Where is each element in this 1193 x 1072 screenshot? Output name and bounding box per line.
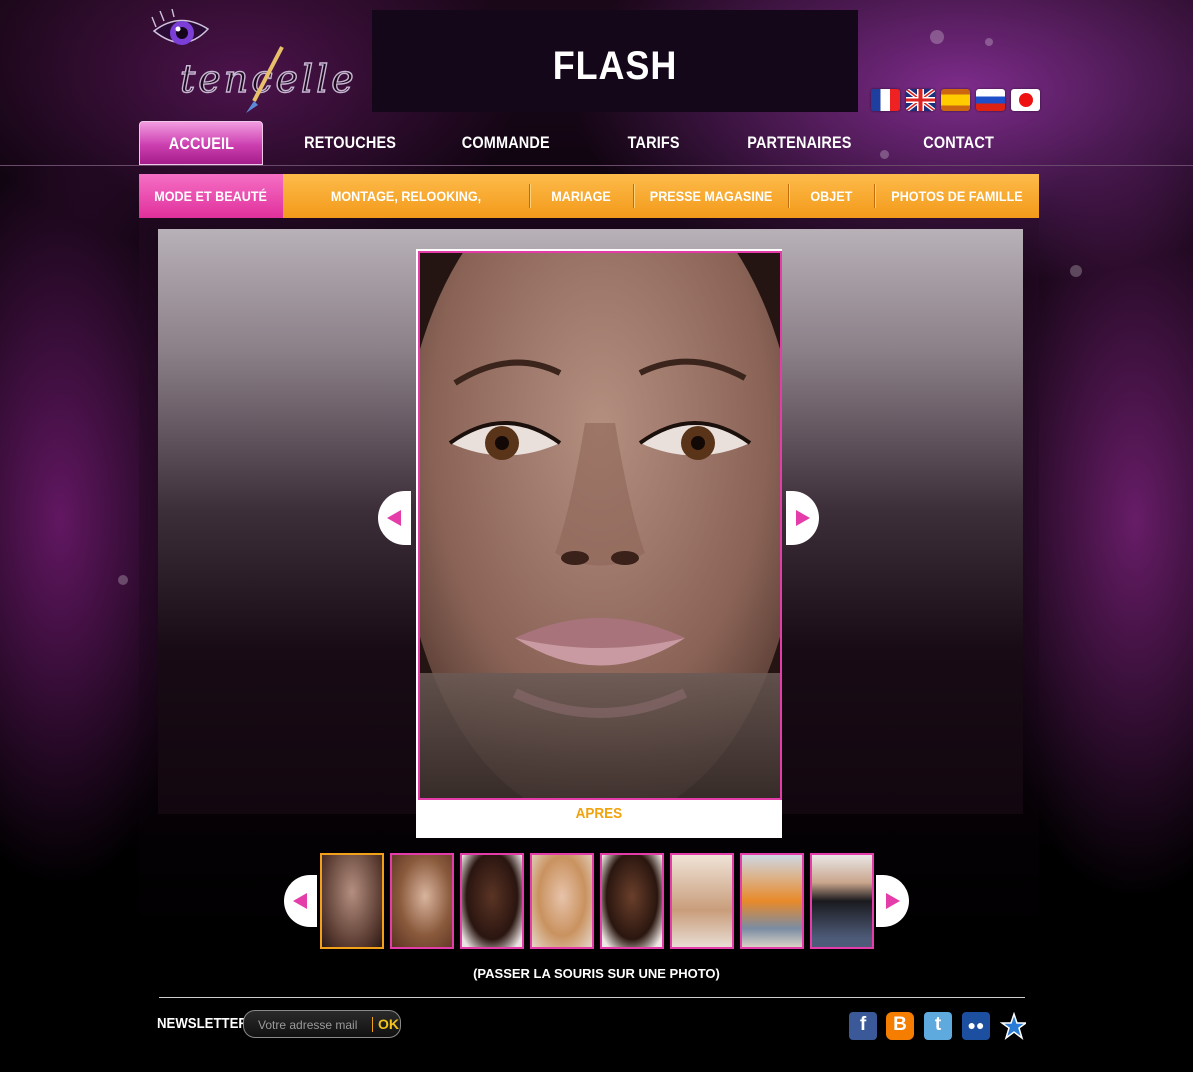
main-navigation: ACCUEIL RETOUCHES COMMANDE TARIFS PARTEN… bbox=[139, 121, 1039, 165]
subnav-mode-beaute[interactable]: MODE ET BEAUTÉ bbox=[139, 174, 283, 218]
thumbnail[interactable] bbox=[600, 853, 664, 949]
bokeh-decoration bbox=[985, 38, 993, 46]
subnav-label: OBJET bbox=[810, 188, 853, 204]
flag-uk-icon[interactable] bbox=[906, 89, 935, 111]
nav-label: COMMANDE bbox=[461, 133, 551, 152]
facebook-icon[interactable]: f bbox=[849, 1012, 877, 1040]
thumbnail[interactable] bbox=[460, 853, 524, 949]
thumbnail-strip bbox=[320, 853, 874, 949]
myspace-icon[interactable]: ●● bbox=[962, 1012, 990, 1040]
subnav-presse[interactable]: PRESSE MAGASINE bbox=[634, 174, 788, 218]
subnav-montage[interactable]: MONTAGE, RELOOKING, REPARATION bbox=[283, 174, 529, 248]
chevron-right-icon bbox=[886, 893, 900, 909]
flash-banner: FLASH bbox=[372, 10, 858, 112]
chevron-left-icon bbox=[387, 510, 401, 526]
caption-text: APRES bbox=[575, 805, 623, 822]
main-photo bbox=[418, 251, 782, 800]
nav-contact[interactable]: CONTACT bbox=[909, 121, 1009, 165]
subnav-label: MODE ET BEAUTÉ bbox=[154, 188, 268, 204]
flag-japan-icon[interactable] bbox=[1011, 89, 1040, 111]
newsletter-submit-button[interactable]: OK bbox=[378, 1016, 399, 1032]
nav-label: ACCUEIL bbox=[168, 134, 234, 153]
category-navigation: MODE ET BEAUTÉ MONTAGE, RELOOKING, REPAR… bbox=[139, 174, 1039, 248]
newsletter-separator bbox=[372, 1017, 373, 1032]
bokeh-decoration bbox=[118, 575, 128, 585]
flag-france-icon[interactable] bbox=[871, 89, 900, 111]
portrait-image bbox=[420, 253, 780, 798]
subnav-photos-famille[interactable]: PHOTOS DE FAMILLE bbox=[875, 174, 1039, 218]
nav-retouches[interactable]: RETOUCHES bbox=[289, 121, 411, 165]
twitter-icon[interactable]: t bbox=[924, 1012, 952, 1040]
language-selector bbox=[871, 89, 1040, 111]
bokeh-decoration bbox=[930, 30, 944, 44]
subnav-label: MARIAGE bbox=[551, 188, 612, 204]
subnav-objet[interactable]: OBJET bbox=[789, 174, 874, 218]
thumbnail[interactable] bbox=[320, 853, 384, 949]
bookmark-star-icon[interactable] bbox=[998, 1011, 1029, 1040]
nav-label: RETOUCHES bbox=[303, 133, 396, 152]
nav-tarifs[interactable]: TARIFS bbox=[609, 121, 699, 165]
nav-partenaires[interactable]: PARTENAIRES bbox=[734, 121, 864, 165]
thumbnail[interactable] bbox=[810, 853, 874, 949]
main-photo-frame: APRES bbox=[416, 249, 782, 838]
footer-divider bbox=[159, 997, 1025, 998]
thumbnail[interactable] bbox=[740, 853, 804, 949]
banner-title: FLASH bbox=[552, 44, 678, 88]
subnav-mariage[interactable]: MARIAGE bbox=[530, 174, 633, 218]
chevron-right-icon bbox=[796, 510, 810, 526]
nav-commande[interactable]: COMMANDE bbox=[444, 121, 568, 165]
bokeh-decoration bbox=[1070, 265, 1082, 277]
nav-label: CONTACT bbox=[923, 133, 995, 152]
blogger-icon[interactable]: B bbox=[886, 1012, 914, 1040]
subnav-label: PRESSE MAGASINE bbox=[649, 188, 773, 204]
nav-label: TARIFS bbox=[627, 133, 681, 152]
thumbnail[interactable] bbox=[530, 853, 594, 949]
nav-accueil[interactable]: ACCUEIL bbox=[139, 121, 263, 165]
site-logo[interactable]: tencelle bbox=[140, 5, 365, 115]
subnav-label: PHOTOS DE FAMILLE bbox=[891, 188, 1023, 204]
newsletter-placeholder: Votre adresse mail bbox=[258, 1018, 358, 1032]
paintbrush-icon bbox=[246, 46, 284, 113]
flag-russia-icon[interactable] bbox=[976, 89, 1005, 111]
thumbnail[interactable] bbox=[670, 853, 734, 949]
eye-logo-icon bbox=[151, 9, 210, 45]
newsletter-label-text: NEWSLETTER : bbox=[157, 1015, 256, 1032]
hover-hint: (PASSER LA SOURIS SUR UNE PHOTO) bbox=[473, 966, 720, 981]
thumbnail[interactable] bbox=[390, 853, 454, 949]
flag-spain-icon[interactable] bbox=[941, 89, 970, 111]
photo-caption: APRES bbox=[416, 805, 782, 822]
nav-divider bbox=[0, 165, 1193, 166]
newsletter-email-field[interactable]: Votre adresse mail OK bbox=[243, 1010, 401, 1038]
nav-label: PARTENAIRES bbox=[746, 133, 852, 152]
chevron-left-icon bbox=[293, 893, 307, 909]
